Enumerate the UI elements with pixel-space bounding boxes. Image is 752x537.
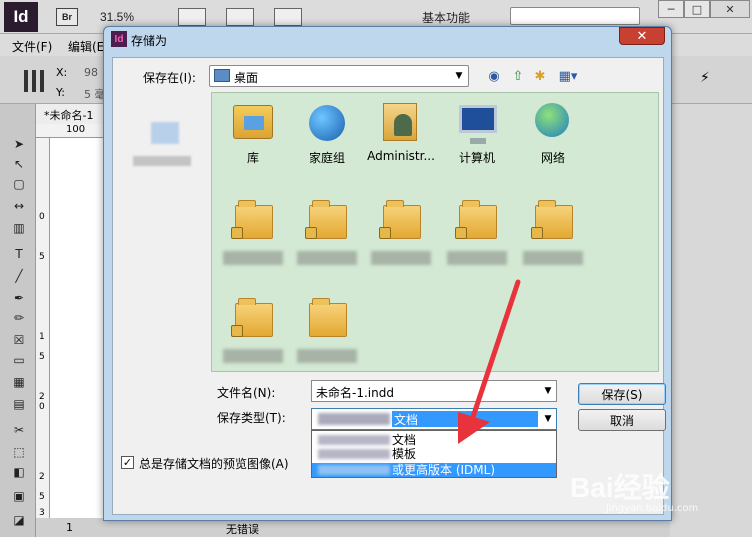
dialog-close-button[interactable]: ✕ xyxy=(619,27,665,45)
chevron-down-icon[interactable]: ▼ xyxy=(540,409,556,429)
x-label: X: xyxy=(56,66,68,79)
lock-icon xyxy=(305,227,317,239)
pen-tool-icon[interactable]: ✒ xyxy=(8,290,30,306)
filetype-option-selected[interactable]: 或更高版本 (IDML) xyxy=(312,463,556,477)
page-tool-icon[interactable]: ▢ xyxy=(8,176,30,192)
view-menu-icon[interactable]: ▦▾ xyxy=(555,67,581,85)
library-icon xyxy=(233,105,273,139)
selection-tool-icon[interactable]: ➤ xyxy=(8,136,30,152)
save-in-combo[interactable]: 桌面 ▼ xyxy=(209,65,469,87)
menu-file[interactable]: 文件(F) xyxy=(12,38,52,55)
search-input[interactable] xyxy=(510,7,640,25)
screen-mode-icon[interactable] xyxy=(226,8,254,26)
list-item[interactable]: 库 xyxy=(214,99,292,166)
maximize-button[interactable]: □ xyxy=(684,0,710,18)
list-item[interactable] xyxy=(438,197,516,265)
list-item[interactable]: 网络 xyxy=(514,99,592,166)
bridge-button[interactable]: Br xyxy=(56,8,78,26)
content-collector-icon[interactable]: ▥ xyxy=(8,220,30,236)
document-page[interactable] xyxy=(50,138,104,518)
lock-icon xyxy=(531,227,543,239)
list-item[interactable] xyxy=(514,197,592,265)
preview-checkbox[interactable]: ✓ xyxy=(121,456,134,469)
rectangle-tool-icon[interactable]: ▭ xyxy=(8,352,30,368)
new-folder-icon[interactable]: ✱ xyxy=(531,67,549,85)
gap-tool-icon[interactable]: ↔ xyxy=(8,198,30,214)
lightning-icon[interactable]: ⚡ xyxy=(700,70,710,86)
watermark-brand: Bai经验 xyxy=(570,472,670,503)
preflight-status: 无错误 xyxy=(226,523,259,536)
arrange-documents-icon[interactable] xyxy=(274,8,302,26)
dialog-app-icon: Id xyxy=(111,31,127,47)
reference-point-icon[interactable] xyxy=(24,70,46,92)
scissors-tool-icon[interactable]: ✂ xyxy=(8,422,30,438)
lock-icon xyxy=(231,227,243,239)
indesign-logo: Id xyxy=(4,2,38,32)
list-item[interactable] xyxy=(214,295,292,363)
y-label: Y: xyxy=(56,86,65,99)
gradient-tool-icon[interactable]: ◧ xyxy=(8,464,30,480)
place-label[interactable] xyxy=(133,156,191,166)
network-icon xyxy=(535,103,569,137)
back-icon[interactable]: ◉ xyxy=(485,67,503,85)
list-item[interactable] xyxy=(288,197,366,265)
save-in-value: 桌面 xyxy=(234,71,259,85)
note-tool-icon[interactable]: ▣ xyxy=(8,488,30,504)
zoom-level[interactable]: 31.5% xyxy=(100,10,134,24)
list-item[interactable]: Administr... xyxy=(362,99,440,163)
save-button[interactable]: 保存(S) xyxy=(578,383,666,405)
pencil-tool-icon[interactable]: ✏ xyxy=(8,310,30,326)
lock-icon xyxy=(379,227,391,239)
line-tool-icon[interactable]: ╱ xyxy=(8,268,30,284)
list-item[interactable]: 家庭组 xyxy=(288,99,366,166)
list-item[interactable]: 计算机 xyxy=(438,99,516,166)
annotation-arrow xyxy=(458,279,521,444)
homegroup-icon xyxy=(309,105,345,141)
grid-icon[interactable]: ▤ xyxy=(8,396,30,412)
place-icon[interactable] xyxy=(151,122,179,144)
filetype-label: 保存类型(T): xyxy=(217,411,286,425)
page-number[interactable]: 1 xyxy=(66,521,73,534)
preview-label: 总是存储文档的预览图像(A) xyxy=(139,457,289,471)
right-panel xyxy=(670,104,752,537)
direct-selection-tool-icon[interactable]: ↖ xyxy=(8,156,30,172)
cancel-button[interactable]: 取消 xyxy=(578,409,666,431)
x-field[interactable]: 98 xyxy=(84,66,98,79)
folder-icon xyxy=(309,298,347,337)
chevron-down-icon[interactable]: ▼ xyxy=(540,381,556,401)
horizontal-ruler: 100 xyxy=(36,124,106,138)
chevron-down-icon[interactable]: ▼ xyxy=(450,66,468,86)
vertical-ruler: 0 5 1 5 2 0 2 5 3 xyxy=(36,138,50,518)
lock-icon xyxy=(231,325,243,337)
document-tab[interactable]: *未命名-1 xyxy=(36,104,106,124)
lock-icon xyxy=(455,227,467,239)
watermark-url: jingyan.baidu.com xyxy=(606,503,699,514)
save-in-label: 保存在(I): xyxy=(143,71,196,85)
list-item[interactable] xyxy=(362,197,440,265)
dialog-title: 存储为 xyxy=(131,34,168,48)
minimize-button[interactable]: ─ xyxy=(658,0,684,18)
table-icon[interactable]: ▦ xyxy=(8,374,30,390)
window-close-button[interactable]: ✕ xyxy=(710,0,750,18)
filename-label: 文件名(N): xyxy=(217,386,276,400)
free-transform-tool-icon[interactable]: ⬚ xyxy=(8,444,30,460)
rectangle-frame-tool-icon[interactable]: ☒ xyxy=(8,332,30,348)
places-bar xyxy=(119,96,207,436)
list-item[interactable] xyxy=(214,197,292,265)
computer-icon xyxy=(459,105,497,144)
tools-panel: ➤ ↖ ▢ ↔ ▥ T ╱ ✒ ✏ ☒ ▭ ▦ ▤ ✂ ⬚ ◧ ▣ ◪ xyxy=(0,104,36,537)
workspace-switcher[interactable]: 基本功能 xyxy=(422,9,470,26)
fill-stroke-icon[interactable]: ◪ xyxy=(8,512,30,528)
desktop-icon xyxy=(214,69,230,82)
type-tool-icon[interactable]: T xyxy=(8,246,30,262)
view-options-icon[interactable] xyxy=(178,8,206,26)
up-folder-icon[interactable]: ⇧ xyxy=(509,67,527,85)
user-folder-icon xyxy=(383,103,417,141)
